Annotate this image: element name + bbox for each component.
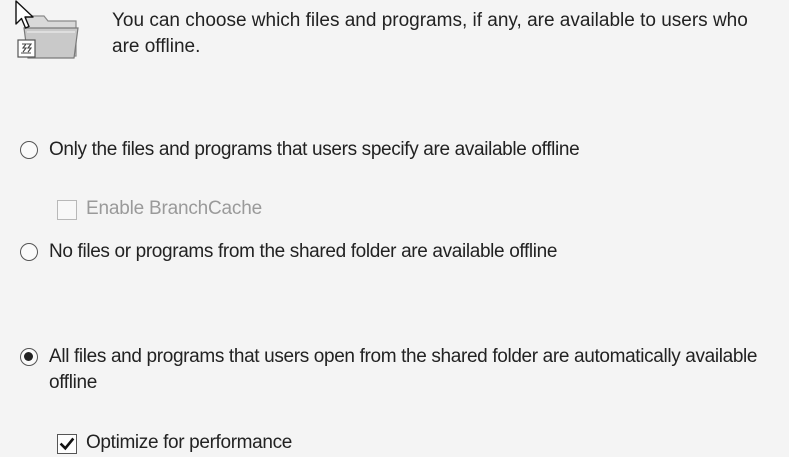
description-text: You can choose which files and programs,… xyxy=(112,10,748,57)
optimize-performance-checkbox[interactable] xyxy=(57,434,77,454)
radio-none-offline[interactable] xyxy=(20,243,38,261)
option-none-offline-label[interactable]: No files or programs from the shared fol… xyxy=(49,239,779,265)
enable-branchcache-checkbox xyxy=(57,200,77,220)
enable-branchcache-label: Enable BranchCache xyxy=(86,198,262,219)
optimize-performance-label[interactable]: Optimize for performance xyxy=(86,430,292,456)
option-only-user-specified-label[interactable]: Only the files and programs that users s… xyxy=(49,137,779,163)
option-all-automatic-label[interactable]: All files and programs that users open f… xyxy=(49,344,779,396)
radio-only-user-specified[interactable] xyxy=(20,141,38,159)
checkmark-icon xyxy=(59,437,75,451)
arrow-cursor-icon xyxy=(14,0,36,32)
offline-settings-dialog: You can choose which files and programs,… xyxy=(0,0,789,457)
radio-all-automatic[interactable] xyxy=(20,348,38,366)
